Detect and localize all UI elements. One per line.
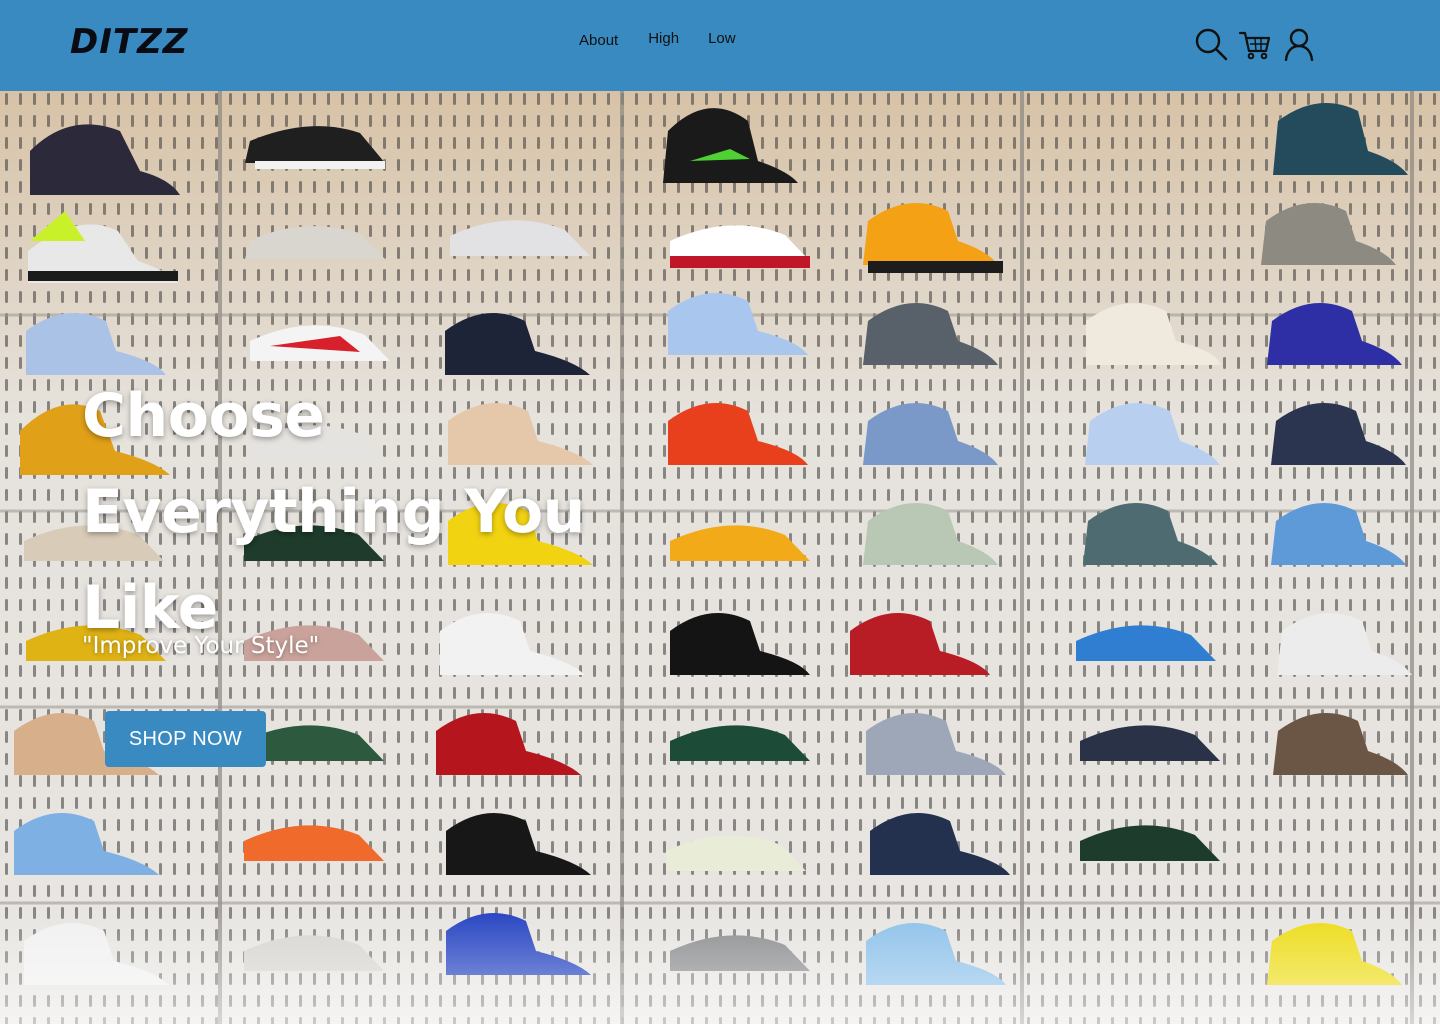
user-icon: [1284, 28, 1314, 61]
search-button[interactable]: [1193, 26, 1229, 62]
cart-button[interactable]: [1237, 26, 1273, 62]
main-nav: About High Low: [579, 30, 736, 49]
nav-link-low[interactable]: Low: [708, 30, 736, 49]
site-header: DITZZ About High Low: [0, 0, 1440, 91]
cart-icon: [1238, 31, 1271, 60]
hero-section: Choose Everything You Like "Improve Your…: [0, 91, 1440, 1024]
nav-link-high[interactable]: High: [648, 30, 679, 49]
brand-logo[interactable]: DITZZ: [70, 22, 188, 62]
landing-page: DITZZ About High Low Choose Everything Y…: [0, 0, 1440, 1024]
shop-now-button[interactable]: SHOP NOW: [105, 711, 266, 767]
hero-subtitle: "Improve Your Style": [82, 633, 320, 659]
nav-link-about[interactable]: About: [579, 32, 618, 49]
header-actions: [1193, 26, 1317, 62]
search-icon: [1195, 28, 1228, 61]
account-button[interactable]: [1281, 26, 1317, 62]
hero-title: Choose Everything You Like: [82, 381, 585, 643]
